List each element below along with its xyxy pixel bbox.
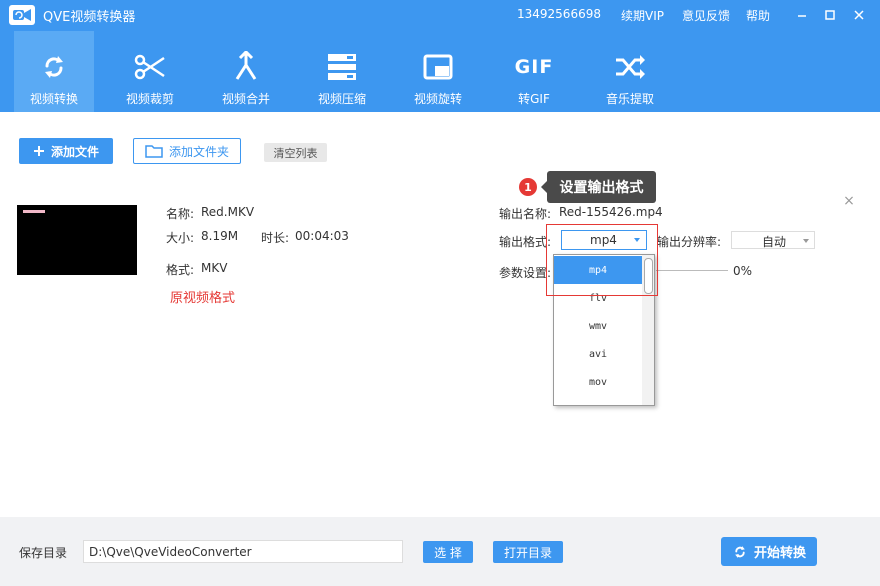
app-logo-icon bbox=[9, 5, 35, 25]
tab-video-convert[interactable]: 视频转换 bbox=[14, 31, 94, 112]
tab-label: 视频合并 bbox=[221, 92, 270, 106]
tab-label: 视频旋转 bbox=[413, 92, 462, 106]
minimize-icon bbox=[798, 15, 806, 17]
add-file-label: 添加文件 bbox=[50, 144, 99, 159]
dropdown-scrollbar[interactable] bbox=[642, 255, 654, 405]
duration-label: 时长: bbox=[261, 231, 290, 245]
tab-label: 视频转换 bbox=[29, 92, 78, 106]
output-format-select[interactable]: mp4 bbox=[561, 230, 647, 250]
format-option-mkv[interactable]: mkv bbox=[554, 396, 642, 406]
gif-icon: GIF bbox=[514, 56, 554, 78]
app-title: QVE视频转换器 bbox=[43, 10, 136, 25]
format-option-wmv[interactable]: wmv bbox=[554, 312, 642, 340]
add-file-button[interactable]: 添加文件 bbox=[19, 138, 113, 164]
tooltip-text: 设置输出格式 bbox=[559, 180, 644, 196]
save-dir-label: 保存目录 bbox=[19, 546, 68, 560]
tab-label: 视频裁剪 bbox=[125, 92, 174, 106]
save-path-input[interactable] bbox=[83, 540, 403, 563]
tab-label: 视频压缩 bbox=[317, 92, 366, 106]
feedback-link[interactable]: 意见反馈 bbox=[682, 7, 730, 24]
tab-label: 转GIF bbox=[518, 92, 550, 106]
progress-bar bbox=[656, 270, 728, 271]
tab-to-gif[interactable]: GIF 转GIF bbox=[494, 31, 574, 112]
format-option-flv[interactable]: flv bbox=[554, 284, 642, 312]
scissors-icon bbox=[134, 51, 166, 83]
tab-video-rotate[interactable]: 视频旋转 bbox=[398, 31, 478, 112]
tab-video-compress[interactable]: 视频压缩 bbox=[302, 31, 382, 112]
tab-music-extract[interactable]: 音乐提取 bbox=[590, 31, 670, 112]
step-badge: 1 bbox=[519, 178, 537, 196]
chevron-down-icon bbox=[634, 238, 640, 242]
scrollbar-thumb[interactable] bbox=[644, 258, 653, 294]
video-thumbnail bbox=[17, 205, 137, 275]
chevron-down-icon bbox=[803, 239, 809, 243]
title-bar: QVE视频转换器 13492566698 续期VIP 意见反馈 帮助 bbox=[0, 0, 880, 30]
name-label: 名称: bbox=[166, 207, 195, 221]
add-folder-label: 添加文件夹 bbox=[168, 144, 229, 159]
add-folder-button[interactable]: 添加文件夹 bbox=[133, 138, 241, 164]
compress-icon bbox=[326, 51, 358, 83]
phone-number: 13492566698 bbox=[517, 7, 601, 21]
merge-icon bbox=[230, 51, 262, 83]
plus-icon bbox=[33, 146, 44, 156]
progress-percent: 0% bbox=[733, 264, 753, 278]
resolution-select[interactable]: 自动 bbox=[731, 231, 815, 249]
choose-dir-button[interactable]: 选 择 bbox=[423, 541, 473, 563]
file-name: Red.MKV bbox=[201, 205, 255, 219]
rotate-icon bbox=[422, 51, 454, 83]
tab-video-crop[interactable]: 视频裁剪 bbox=[110, 31, 190, 112]
convert-icon bbox=[735, 545, 745, 558]
format-option-mov[interactable]: mov bbox=[554, 368, 642, 396]
start-convert-button[interactable]: 开始转换 bbox=[721, 537, 817, 566]
resolution-label: 输出分辨率: bbox=[657, 235, 722, 249]
open-dir-button[interactable]: 打开目录 bbox=[493, 541, 563, 563]
maximize-icon bbox=[825, 10, 835, 20]
file-duration: 00:04:03 bbox=[295, 229, 349, 243]
size-label: 大小: bbox=[166, 231, 195, 245]
format-dropdown-list: mp4 flv wmv avi mov mkv bbox=[553, 254, 655, 406]
params-label[interactable]: 参数设置: bbox=[499, 264, 551, 281]
close-icon bbox=[854, 10, 864, 20]
renew-vip-link[interactable]: 续期VIP bbox=[621, 7, 664, 24]
header: QVE视频转换器 13492566698 续期VIP 意见反馈 帮助 视频转换 bbox=[0, 0, 880, 112]
minimize-button[interactable] bbox=[793, 6, 811, 24]
file-size: 8.19M bbox=[201, 229, 239, 243]
tab-video-merge[interactable]: 视频合并 bbox=[206, 31, 286, 112]
convert-icon bbox=[38, 51, 70, 83]
clear-list-button[interactable]: 清空列表 bbox=[264, 143, 327, 162]
maximize-button[interactable] bbox=[821, 6, 839, 24]
output-format-value: mp4 bbox=[590, 233, 617, 247]
output-name: Red-155426.mp4 bbox=[559, 205, 663, 219]
file-format: MKV bbox=[201, 261, 228, 275]
start-convert-label: 开始转换 bbox=[753, 546, 806, 561]
resolution-value: 自动 bbox=[762, 235, 787, 249]
shuffle-icon bbox=[614, 51, 646, 83]
output-name-label: 输出名称: bbox=[499, 207, 552, 221]
tooltip-set-output-format: 设置输出格式 bbox=[541, 171, 656, 203]
folder-icon bbox=[145, 145, 163, 158]
thumbnail-mark bbox=[23, 210, 45, 213]
format-label: 格式: bbox=[166, 263, 195, 277]
format-option-mp4[interactable]: mp4 bbox=[554, 256, 642, 284]
format-option-avi[interactable]: avi bbox=[554, 340, 642, 368]
help-link[interactable]: 帮助 bbox=[746, 7, 770, 24]
tab-label: 音乐提取 bbox=[605, 92, 654, 106]
close-window-button[interactable] bbox=[850, 6, 868, 24]
output-format-label: 输出格式: bbox=[499, 235, 552, 249]
remove-file-button[interactable]: × bbox=[842, 193, 856, 209]
original-format-link[interactable]: 原视频格式 bbox=[170, 287, 235, 306]
